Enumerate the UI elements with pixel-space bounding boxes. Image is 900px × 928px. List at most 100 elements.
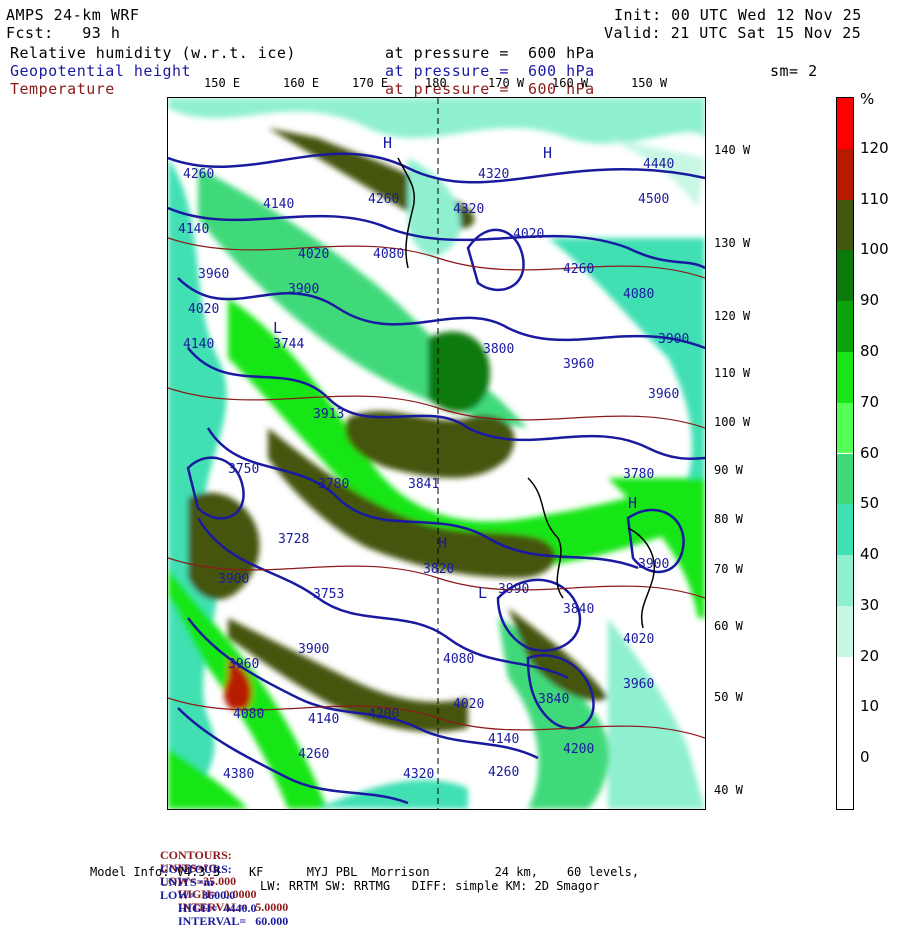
field-height-name: Geopotential height: [10, 62, 192, 80]
height-label: 4500: [638, 192, 669, 207]
model-info: Model Info: V4.3.3 KF MYJ PBL Morrison 2…: [90, 865, 640, 879]
height-label: 4020: [298, 247, 329, 262]
height-label: 4260: [563, 262, 594, 277]
color-bar-bin: [837, 605, 853, 657]
lat-label: 40 W: [714, 783, 743, 797]
height-contour-high: HIGH= 4440.0: [178, 901, 257, 915]
height-label: 4260: [488, 765, 519, 780]
color-bar-bin: [837, 758, 853, 809]
color-bar-tick-label: 50: [860, 494, 880, 513]
lat-label: 140 W: [714, 143, 751, 157]
lat-label: 60 W: [714, 619, 743, 633]
pressure-center-label: H: [383, 134, 392, 152]
height-label: 4320: [403, 767, 434, 782]
lat-label: 110 W: [714, 366, 751, 380]
forecast-hour: Fcst: 93 h: [6, 24, 121, 42]
color-bar-bin: [837, 504, 853, 556]
model-info-line2: LW: RRTM SW: RRTMG DIFF: simple KM: 2D S…: [260, 879, 600, 893]
pressure-center-label: H: [438, 534, 447, 552]
height-label: 4140: [488, 732, 519, 747]
color-bar-bin: [837, 555, 853, 606]
color-bar-bin: [837, 98, 853, 149]
height-label: 4140: [183, 337, 214, 352]
color-bar-tick-label: 60: [860, 443, 880, 462]
height-label: 3990: [498, 582, 529, 597]
pressure-center-label: H: [628, 494, 637, 512]
humidity-color-bar: [836, 97, 854, 810]
height-label: 3960: [228, 657, 259, 672]
color-bar-tick-label: 80: [860, 341, 880, 360]
height-label: 4320: [478, 167, 509, 182]
lat-label: 100 W: [714, 415, 751, 429]
height-label: 4080: [233, 707, 264, 722]
height-label: 4200: [368, 707, 399, 722]
color-bar-tick-label: 30: [860, 595, 880, 614]
height-label: 4260: [183, 167, 214, 182]
lon-label: 150 E: [204, 76, 241, 90]
height-label: 4320: [453, 202, 484, 217]
lat-label: 50 W: [714, 690, 743, 704]
color-bar-tick-label: 70: [860, 392, 880, 411]
init-time: Init: 00 UTC Wed 12 Nov 25: [614, 6, 862, 24]
map-canvas: 4260 4140 4260 4320 4440 4500 4140 4020 …: [168, 98, 705, 809]
height-label: 3960: [198, 267, 229, 282]
color-bar-bin: [837, 656, 853, 708]
color-bar-bin: [837, 707, 853, 759]
weather-map: 4260 4140 4260 4320 4440 4500 4140 4020 …: [167, 97, 706, 810]
color-bar-tick-label: 40: [860, 545, 880, 564]
height-label: 3780: [623, 467, 654, 482]
color-bar-bin: [837, 402, 853, 454]
height-label: 3900: [298, 642, 329, 657]
field-rh-name: Relative humidity (w.r.t. ice): [10, 44, 296, 62]
height-label: 4080: [373, 247, 404, 262]
lon-label: 150 W: [631, 76, 668, 90]
lon-label: 160 E: [283, 76, 320, 90]
color-bar-tick-label: 10: [860, 697, 880, 716]
height-label: 4200: [563, 742, 594, 757]
height-label: 3840: [538, 692, 569, 707]
humidity-fill: [168, 98, 705, 809]
height-label: 3900: [218, 572, 249, 587]
lat-label: 70 W: [714, 562, 743, 576]
color-bar-tick-label: 90: [860, 291, 880, 310]
height-label: 3913: [313, 407, 344, 422]
height-label: 3750: [228, 462, 259, 477]
height-label: 3840: [563, 602, 594, 617]
field-rh-level: at pressure = 600 hPa: [385, 44, 595, 62]
height-label: 3900: [638, 557, 669, 572]
height-label: 4440: [643, 157, 674, 172]
height-label: 4020: [513, 227, 544, 242]
height-label: 4080: [623, 287, 654, 302]
smoothing-label: sm= 2: [770, 62, 818, 80]
color-bar-tick-label: 20: [860, 646, 880, 665]
color-bar-tick-label: 110: [860, 189, 889, 208]
color-bar-tick-label: 0: [860, 748, 870, 767]
height-label: 3960: [623, 677, 654, 692]
lat-label: 130 W: [714, 236, 751, 250]
lon-label: 180: [425, 76, 447, 90]
height-label: 3900: [658, 332, 689, 347]
pressure-center-label: L: [273, 319, 282, 337]
lon-label: 170 E: [352, 76, 389, 90]
color-bar-bin: [837, 199, 853, 251]
color-bar-tick-label: 120: [860, 138, 889, 157]
height-label: 3841: [408, 477, 439, 492]
lat-label: 90 W: [714, 463, 743, 477]
height-label: 4140: [263, 197, 294, 212]
lon-label: 170 W: [488, 76, 525, 90]
color-bar-tick-label: 100: [860, 240, 889, 259]
height-label: 4080: [443, 652, 474, 667]
height-label: 4020: [453, 697, 484, 712]
height-label: 4140: [308, 712, 339, 727]
color-bar-bin: [837, 301, 853, 352]
height-contour-interval: INTERVAL= 60.000: [178, 914, 289, 928]
color-bar-bin: [837, 453, 853, 505]
height-label: 3800: [483, 342, 514, 357]
model-title: AMPS 24-km WRF: [6, 6, 140, 24]
pressure-center-label: L: [478, 584, 487, 602]
valid-time: Valid: 21 UTC Sat 15 Nov 25: [604, 24, 862, 42]
height-label: 3820: [423, 562, 454, 577]
height-label: 3744: [273, 337, 304, 352]
height-label: 4140: [178, 222, 209, 237]
height-label: 3960: [648, 387, 679, 402]
